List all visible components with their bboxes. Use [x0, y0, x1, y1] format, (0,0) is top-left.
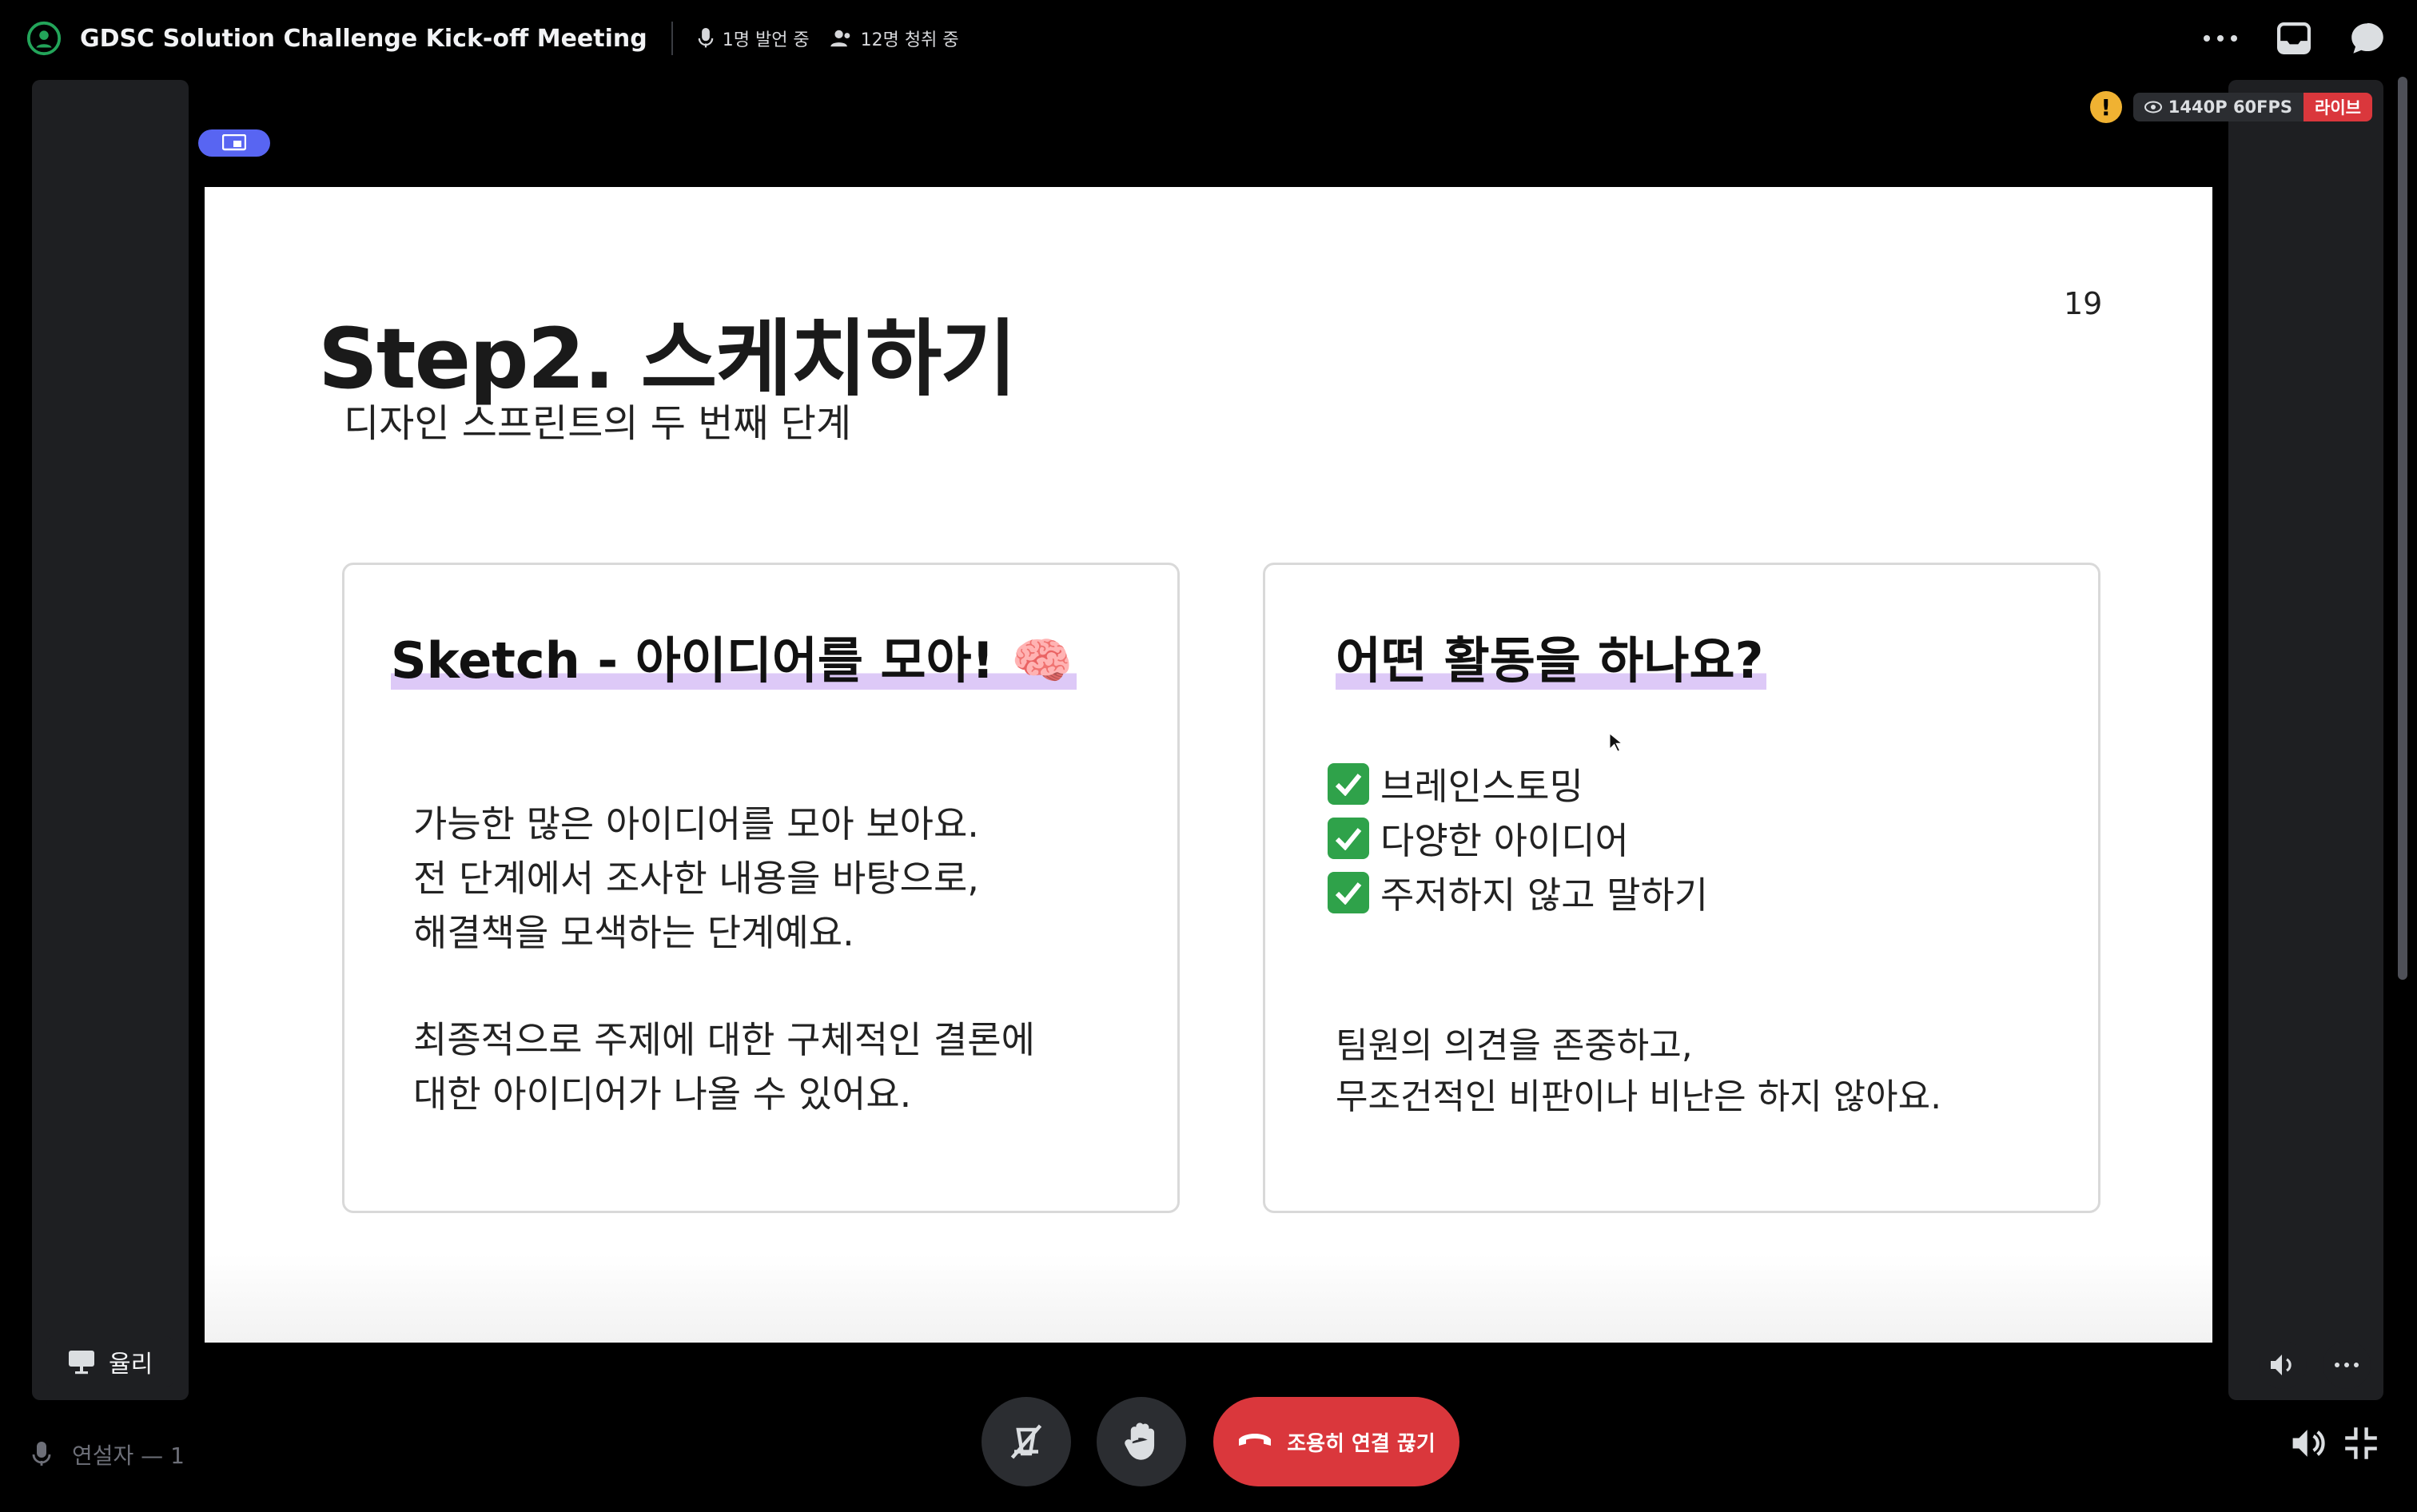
text-line: 해결책을 모색하는 단계예요.	[413, 911, 854, 954]
leave-quietly-button[interactable]: 조용히 연결 끊기	[1213, 1397, 1459, 1486]
stream-quality-badge: 1440P 60FPS 라이브	[2132, 93, 2372, 121]
volume-icon	[2271, 1355, 2292, 1375]
screen-share-badge	[198, 129, 270, 157]
scrollbar[interactable]	[2398, 77, 2407, 980]
activities-card-heading: 어떤 활동을 하나요?	[1336, 631, 1767, 690]
checklist-label: 브레인스토밍	[1380, 765, 1583, 808]
screen-share-icon	[69, 1351, 94, 1375]
more-icon	[2335, 1363, 2359, 1367]
mic-icon	[32, 1442, 51, 1466]
left-participant-panel	[32, 80, 189, 1400]
screen-share-icon	[222, 134, 246, 151]
speakers-label: 연설자 — 1	[72, 1442, 185, 1469]
top-right-actions	[2201, 19, 2387, 58]
text-line: 대한 아이디어가 나올 수 있어요.	[413, 1072, 912, 1116]
live-badge: 라이브	[2304, 93, 2372, 121]
shared-screen-slide: Step2. 스케치하기 디자인 스프린트의 두 번째 단계 19 Sketch…	[205, 187, 2212, 1343]
text-line: 팀원의 의견을 존중하고,	[1336, 1025, 1693, 1066]
checklist-item: 다양한 아이디어	[1328, 811, 1708, 865]
raise-hand-button[interactable]	[1097, 1397, 1186, 1486]
speaking-label: 1명 발언 중	[722, 30, 810, 50]
listening-label: 12명 청취 중	[860, 30, 959, 50]
checkmark-icon	[1328, 872, 1369, 913]
sketch-description: 가능한 많은 아이디어를 모아 보아요. 전 단계에서 조사한 내용을 바탕으로…	[413, 797, 979, 960]
presenter-name-tag: 율리	[46, 1336, 174, 1387]
text-line: 최종적으로 주제에 대한 구체적인 결론에	[413, 1018, 1035, 1061]
listening-count: 12명 청취 중	[830, 26, 959, 51]
request-to-speak-button[interactable]	[982, 1397, 1071, 1486]
inbox-icon[interactable]	[2275, 19, 2313, 58]
slide-bottom-fade	[205, 1255, 2212, 1343]
checklist-item: 브레인스토밍	[1328, 757, 1708, 811]
text-line: 가능한 많은 아이디어를 모아 보아요.	[413, 802, 979, 846]
stream-more-button[interactable]	[2323, 1341, 2371, 1389]
hang-up-icon	[1239, 1434, 1272, 1446]
disconnect-label: 조용히 연결 끊기	[1287, 1431, 1435, 1456]
sketch-conclusion: 최종적으로 주제에 대한 구체적인 결론에 대한 아이디어가 나올 수 있어요.	[413, 1013, 1035, 1121]
warning-icon[interactable]: !	[2089, 91, 2122, 123]
speaking-count: 1명 발언 중	[697, 26, 810, 51]
checklist-item: 주저하지 않고 말하기	[1328, 865, 1708, 920]
output-volume-button[interactable]	[2288, 1422, 2329, 1464]
slide-page-number: 19	[2064, 286, 2103, 321]
sketch-card: Sketch - 아이디어를 모아! 🧠 가능한 많은 아이디어를 모아 보아요…	[342, 563, 1180, 1213]
presenter-name: 율리	[109, 1351, 153, 1379]
quality-label-wrap: 1440P 60FPS	[2132, 93, 2304, 121]
sketch-card-heading: Sketch - 아이디어를 모아! 🧠	[391, 631, 1077, 690]
exit-fullscreen-button[interactable]	[2340, 1422, 2382, 1464]
mic-muted-icon	[1010, 1424, 1042, 1459]
right-participant-panel	[2228, 80, 2383, 1400]
mouse-cursor-icon	[1609, 732, 1623, 753]
checklist-label: 주저하지 않고 말하기	[1380, 873, 1709, 917]
checkmark-icon	[1328, 763, 1369, 805]
slide-subtitle: 디자인 스프린트의 두 번째 단계	[344, 401, 852, 446]
mic-icon	[698, 28, 713, 48]
activity-checklist: 브레인스토밍 다양한 아이디어 주저하지 않고 말하기	[1328, 757, 1708, 920]
activities-card: 어떤 활동을 하나요? 브레인스토밍 다양한 아이디어 주저하지 않고 말하기 …	[1263, 563, 2100, 1213]
stream-info: ! 1440P 60FPS 라이브	[2089, 91, 2372, 123]
stream-volume-button[interactable]	[2259, 1341, 2307, 1389]
sketch-heading-text: Sketch - 아이디어를 모아! 🧠	[391, 631, 1077, 690]
hand-icon	[1125, 1422, 1155, 1460]
text-line: 전 단계에서 조사한 내용을 바탕으로,	[413, 857, 979, 900]
listeners-icon	[830, 30, 850, 47]
top-bar: GDSC Solution Challenge Kick-off Meeting…	[0, 0, 2417, 77]
divider	[671, 22, 673, 55]
team-rules: 팀원의 의견을 존중하고, 무조건적인 비판이나 비난은 하지 않아요.	[1336, 1021, 1941, 1123]
stage-channel-icon	[26, 21, 62, 56]
quality-label: 1440P 60FPS	[2168, 97, 2293, 117]
exit-fullscreen-icon	[2345, 1427, 2377, 1459]
activities-heading-text: 어떤 활동을 하나요?	[1336, 631, 1767, 690]
channel-title: GDSC Solution Challenge Kick-off Meeting	[80, 24, 647, 53]
text-line: 무조건적인 비판이나 비난은 하지 않아요.	[1336, 1076, 1942, 1117]
speakers-section: 연설자 — 1	[32, 1438, 185, 1470]
checkmark-icon	[1328, 818, 1369, 859]
chat-icon[interactable]	[2348, 19, 2387, 58]
more-icon[interactable]	[2201, 19, 2240, 58]
eye-icon	[2144, 101, 2162, 113]
volume-icon	[2292, 1430, 2325, 1457]
checklist-label: 다양한 아이디어	[1380, 819, 1629, 862]
